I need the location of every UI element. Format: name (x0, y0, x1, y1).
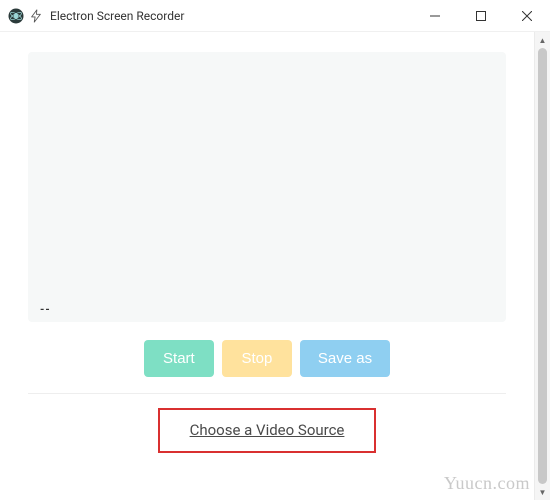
start-button[interactable]: Start (144, 340, 214, 377)
content-area: -- Start Stop Save as Choose a Video Sou… (0, 32, 550, 500)
stop-button[interactable]: Stop (222, 340, 292, 377)
divider (28, 393, 506, 394)
scrollbar-thumb[interactable] (538, 48, 547, 484)
close-button[interactable] (504, 0, 550, 32)
scroll-up-icon[interactable]: ▲ (535, 32, 550, 48)
scroll-down-icon[interactable]: ▼ (535, 484, 550, 500)
minimize-button[interactable] (412, 0, 458, 32)
source-link-row: Choose a Video Source (28, 408, 506, 473)
highlight-annotation: Choose a Video Source (158, 408, 377, 453)
save-as-button[interactable]: Save as (300, 340, 390, 377)
choose-video-source-link[interactable]: Choose a Video Source (190, 421, 345, 439)
preview-marker: -- (40, 303, 51, 316)
main-panel: -- Start Stop Save as Choose a Video Sou… (0, 32, 534, 500)
vertical-scrollbar[interactable]: ▲ ▼ (534, 32, 550, 500)
app-icon (8, 8, 24, 24)
lightning-icon (28, 8, 44, 24)
titlebar: Electron Screen Recorder (0, 0, 550, 32)
window-controls (412, 0, 550, 31)
maximize-button[interactable] (458, 0, 504, 32)
video-preview: -- (28, 52, 506, 322)
window-title: Electron Screen Recorder (50, 9, 412, 23)
app-window: Electron Screen Recorder -- Start Stop S… (0, 0, 550, 500)
toolbar: Start Stop Save as (28, 340, 506, 377)
